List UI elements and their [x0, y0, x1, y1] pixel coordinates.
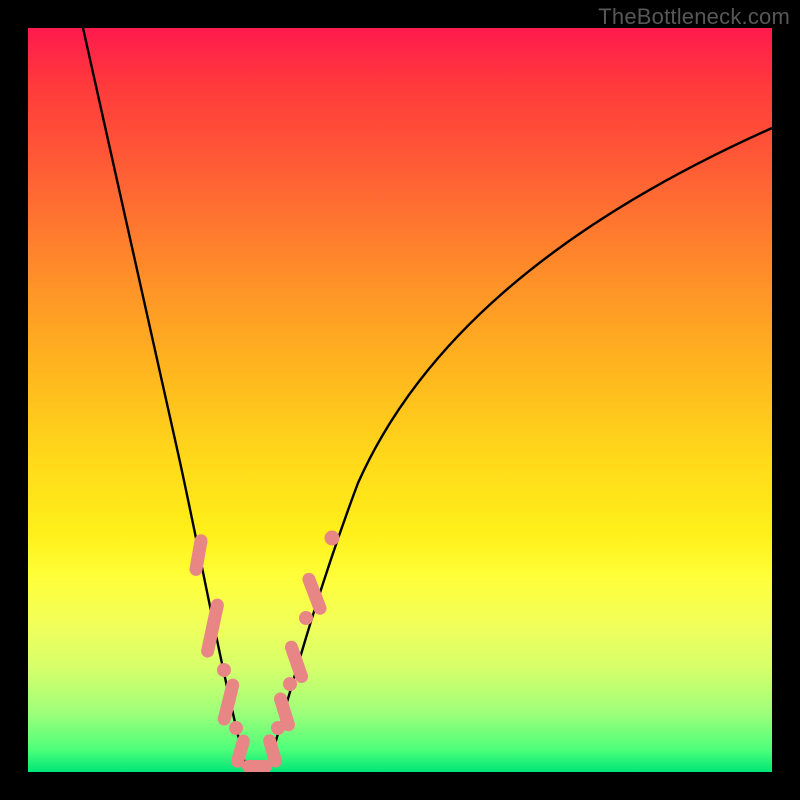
curve-left-branch — [83, 28, 246, 768]
chart-container: TheBottleneck.com — [0, 0, 800, 800]
data-markers — [188, 531, 339, 773]
bottleneck-curve — [28, 28, 772, 772]
watermark-text: TheBottleneck.com — [598, 4, 790, 30]
plot-area — [28, 28, 772, 772]
curve-right-branch — [268, 128, 772, 768]
